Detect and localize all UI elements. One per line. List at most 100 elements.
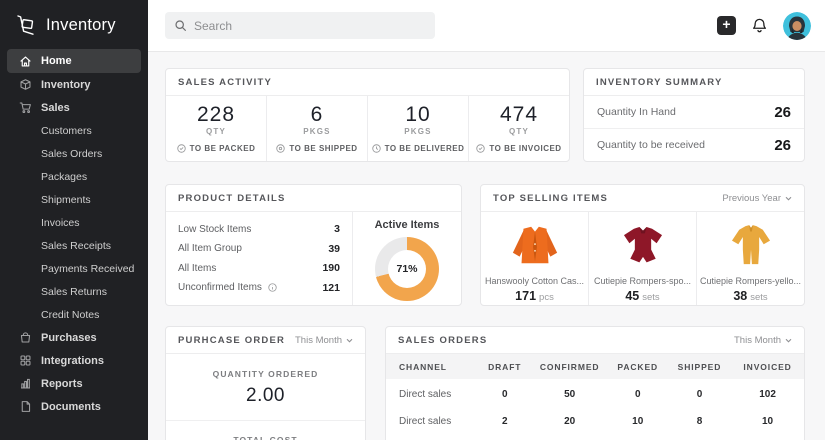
sidebar-nav: Home Inventory Sales Customers Sales Ord… <box>0 49 148 440</box>
grid-icon <box>18 354 32 368</box>
detail-row-item-group[interactable]: All Item Group 39 <box>178 243 340 255</box>
inventory-summary-card: INVENTORY SUMMARY Quantity In Hand 26 Qu… <box>583 68 805 162</box>
sidebar-item-purchases[interactable]: Purchases <box>0 326 148 349</box>
product-name: Hanswooly Cotton Cas... <box>485 276 584 286</box>
metric-value: 10 <box>405 103 430 127</box>
metric-value: 6 <box>311 103 324 127</box>
sidebar-item-integrations[interactable]: Integrations <box>0 349 148 372</box>
product-unit: sets <box>642 292 659 303</box>
sidebar-item-label: Credit Notes <box>41 309 99 321</box>
cell-invoiced: 102 <box>731 389 804 400</box>
top-item-1[interactable]: Hanswooly Cotton Cas... 171pcs <box>481 212 588 305</box>
metric-to-be-packed[interactable]: 228 QTY TO BE PACKED <box>166 96 266 161</box>
box-icon <box>18 78 32 92</box>
sidebar-item-label: Invoices <box>41 217 80 229</box>
metric-status: TO BE SHIPPED <box>289 144 357 153</box>
product-qty: 38 <box>733 289 747 303</box>
product-unit: sets <box>750 292 767 303</box>
chevron-down-icon <box>785 338 792 343</box>
bag-icon <box>18 331 32 345</box>
sidebar-item-label: Shipments <box>41 194 91 206</box>
quantity-ordered-value: 2.00 <box>246 385 285 407</box>
add-button[interactable]: + <box>717 16 736 35</box>
sidebar-item-inventory[interactable]: Inventory <box>0 73 148 96</box>
detail-label: All Items <box>178 263 216 274</box>
cell-channel: Direct sales <box>386 416 478 427</box>
range-dropdown[interactable]: Previous Year <box>722 193 792 204</box>
sidebar-item-customers[interactable]: Customers <box>0 119 148 142</box>
product-qty: 45 <box>625 289 639 303</box>
sidebar-item-label: Reports <box>41 378 83 390</box>
detail-label: Unconfirmed Items <box>178 282 262 293</box>
sidebar-item-credit-notes[interactable]: Credit Notes <box>0 303 148 326</box>
sidebar-item-packages[interactable]: Packages <box>0 165 148 188</box>
footed-romper-product-image <box>722 220 780 272</box>
metric-unit: PKGS <box>303 127 330 136</box>
user-avatar[interactable] <box>783 12 811 40</box>
sidebar-item-reports[interactable]: Reports <box>0 372 148 395</box>
metric-unit: QTY <box>206 127 226 136</box>
product-unit: pcs <box>539 292 554 303</box>
sidebar-item-home[interactable]: Home <box>7 49 141 73</box>
table-row[interactable]: Direct sales 2 20 10 8 10 <box>386 410 804 433</box>
cell-confirmed: 50 <box>532 389 608 400</box>
top-item-3[interactable]: Cutiepie Rompers-yello... 38sets <box>696 212 804 305</box>
cell-shipped: 8 <box>668 416 731 427</box>
product-details-card: PRODUCT DETAILS Low Stock Items 3 All It… <box>165 184 462 306</box>
metric-to-be-shipped[interactable]: 6 PKGS TO BE SHIPPED <box>266 96 367 161</box>
metric-to-be-delivered[interactable]: 10 PKGS TO BE DELIVERED <box>367 96 468 161</box>
cell-confirmed: 20 <box>532 416 608 427</box>
sidebar-item-sales-returns[interactable]: Sales Returns <box>0 280 148 303</box>
bar-chart-icon <box>18 377 32 391</box>
sidebar-item-label: Sales Receipts <box>41 240 111 252</box>
purchase-order-card: PURHCASE ORDER This Month QUANTITY ORDER… <box>165 326 366 440</box>
notifications-bell-icon[interactable] <box>751 17 768 34</box>
search-icon <box>174 19 187 32</box>
metric-unit: QTY <box>509 127 529 136</box>
summary-row[interactable]: Quantity In Hand 26 <box>584 96 804 128</box>
metric-status: TO BE DELIVERED <box>385 144 465 153</box>
detail-label: Low Stock Items <box>178 224 251 235</box>
cell-draft: 0 <box>478 389 532 400</box>
sidebar-item-sales-orders[interactable]: Sales Orders <box>0 142 148 165</box>
sidebar-item-sales-receipts[interactable]: Sales Receipts <box>0 234 148 257</box>
sidebar-item-label: Payments Received <box>41 263 134 275</box>
range-dropdown[interactable]: This Month <box>295 335 353 346</box>
sidebar-item-payments-received[interactable]: Payments Received <box>0 257 148 280</box>
search-box[interactable] <box>165 12 435 39</box>
sidebar-item-label: Sales <box>41 102 70 114</box>
product-name: Cutiepie Rompers-yello... <box>700 276 801 286</box>
sidebar-item-invoices[interactable]: Invoices <box>0 211 148 234</box>
column-header: INVOICED <box>731 362 804 372</box>
detail-value: 39 <box>328 243 340 255</box>
detail-row-all-items[interactable]: All Items 190 <box>178 262 340 274</box>
sales-orders-card: SALES ORDERS This Month CHANNEL DRAFT CO… <box>385 326 805 440</box>
topbar: + <box>148 0 825 52</box>
table-row[interactable]: Direct sales 0 50 0 0 102 <box>386 383 804 406</box>
sidebar: Inventory Home Inventory Sales Customers… <box>0 0 148 440</box>
card-title: INVENTORY SUMMARY <box>596 77 723 88</box>
summary-row[interactable]: Quantity to be received 26 <box>584 128 804 161</box>
detail-value: 3 <box>334 223 340 235</box>
quantity-ordered-label: QUANTITY ORDERED <box>213 369 319 379</box>
cell-packed: 0 <box>608 389 668 400</box>
range-dropdown[interactable]: This Month <box>734 335 792 346</box>
status-circle-icon <box>372 144 381 153</box>
app-title: Inventory <box>46 16 116 35</box>
sidebar-item-label: Customers <box>41 125 92 137</box>
top-item-2[interactable]: Cutiepie Rompers-spo... 45sets <box>588 212 696 305</box>
detail-value: 190 <box>322 262 340 274</box>
search-input[interactable] <box>194 19 426 33</box>
detail-row-unconfirmed[interactable]: Unconfirmed Items 121 <box>178 282 340 294</box>
sidebar-item-shipments[interactable]: Shipments <box>0 188 148 211</box>
range-label: This Month <box>734 335 781 346</box>
app-logo[interactable]: Inventory <box>0 0 148 49</box>
detail-row-low-stock[interactable]: Low Stock Items 3 <box>178 223 340 235</box>
metric-to-be-invoiced[interactable]: 474 QTY TO BE INVOICED <box>468 96 569 161</box>
column-header: SHIPPED <box>668 362 731 372</box>
metric-status: TO BE PACKED <box>190 144 256 153</box>
sidebar-item-documents[interactable]: Documents <box>0 395 148 418</box>
sidebar-item-sales[interactable]: Sales <box>0 96 148 119</box>
handtruck-logo-icon <box>14 13 38 37</box>
cardigan-product-image <box>504 220 566 272</box>
